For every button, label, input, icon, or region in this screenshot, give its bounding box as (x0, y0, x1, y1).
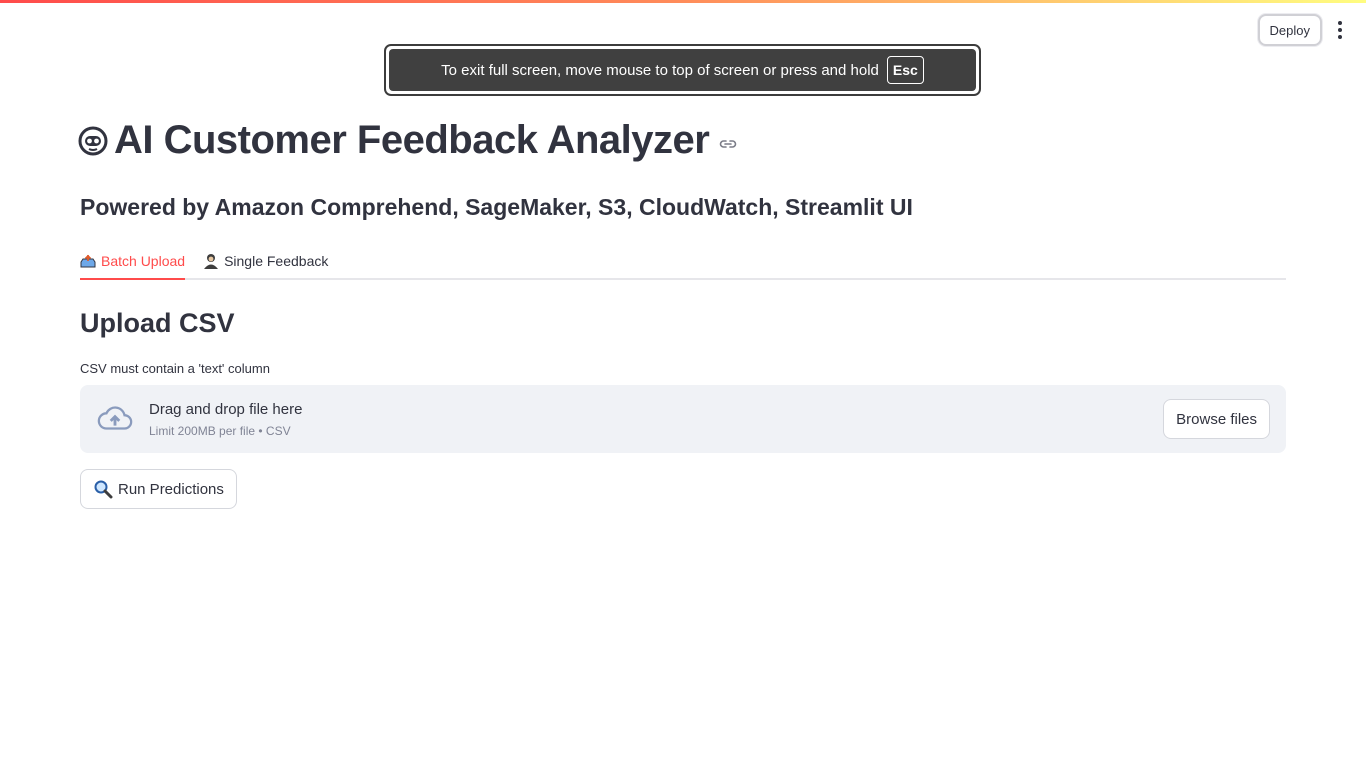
toolbar: Deploy (1257, 14, 1348, 46)
esc-key-badge: Esc (886, 56, 924, 84)
fullscreen-notice: To exit full screen, move mouse to top o… (384, 44, 981, 96)
page-title: AI Customer Feedback Analyzer (114, 118, 710, 162)
browse-files-button[interactable]: Browse files (1163, 399, 1270, 439)
upload-note: CSV must contain a 'text' column (80, 361, 270, 376)
robot-emoji-icon (78, 126, 108, 155)
page-subtitle: Powered by Amazon Comprehend, SageMaker,… (80, 194, 913, 220)
dropzone-limit: Limit 200MB per file • CSV (149, 423, 291, 438)
inbox-tray-icon (80, 254, 96, 268)
tab-single-feedback[interactable]: Single Feedback (203, 244, 328, 278)
anchor-link-icon[interactable] (719, 138, 737, 150)
tab-batch-upload[interactable]: Batch Upload (80, 244, 186, 280)
run-predictions-label: Run Predictions (118, 480, 224, 498)
top-decoration-bar (0, 0, 1366, 3)
file-dropzone[interactable]: Drag and drop file here Limit 200MB per … (80, 385, 1286, 453)
deploy-button[interactable]: Deploy (1257, 14, 1322, 46)
page-title-row: AI Customer Feedback Analyzer (78, 118, 737, 163)
upload-heading: Upload CSV (80, 308, 235, 338)
run-predictions-button[interactable]: Run Predictions (80, 469, 237, 509)
dropzone-instruction: Drag and drop file here (149, 400, 303, 418)
magnifier-icon (94, 480, 113, 499)
more-vertical-icon[interactable] (1332, 18, 1348, 42)
tab-label: Batch Upload (101, 253, 186, 269)
person-icon (204, 254, 219, 269)
tab-bar: Batch Upload Single Feedback (80, 244, 1286, 280)
cloud-upload-icon (97, 406, 133, 430)
tab-label: Single Feedback (224, 253, 329, 269)
fullscreen-notice-text: To exit full screen, move mouse to top o… (441, 61, 879, 79)
